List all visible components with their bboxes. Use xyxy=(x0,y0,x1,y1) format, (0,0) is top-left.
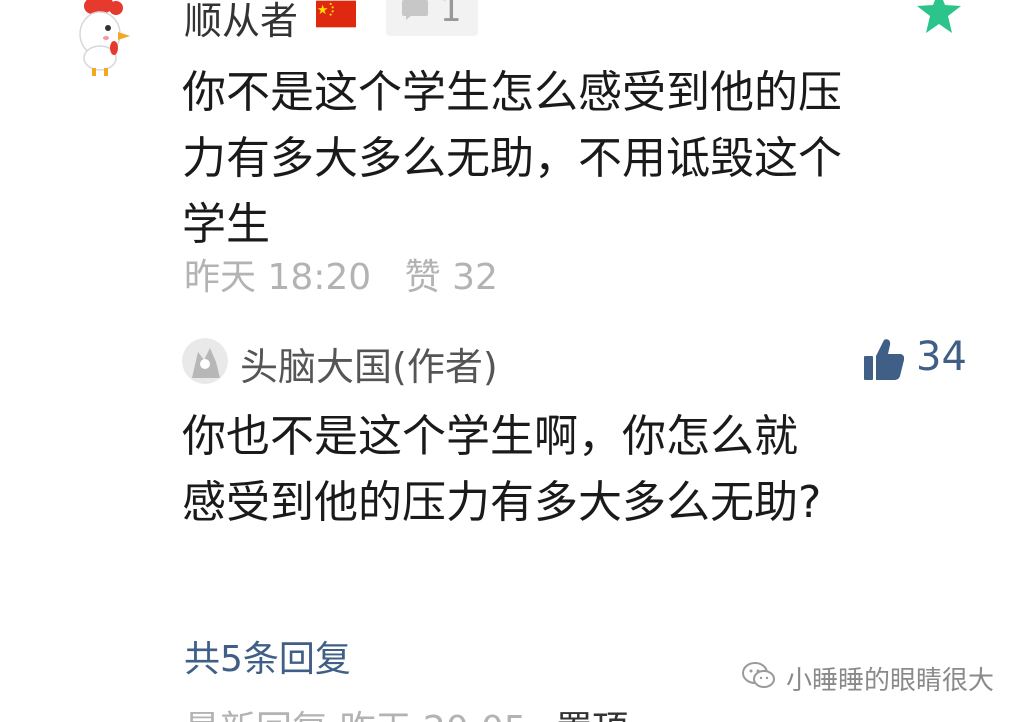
reply-count-button[interactable]: 1 xyxy=(386,0,478,36)
like-count: 34 xyxy=(916,334,967,380)
pin-button[interactable]: 置顶 xyxy=(556,709,628,722)
comment-text: 你不是这个学生怎么感受到他的压力有多大多么无助，不用诋毁这个学生 xyxy=(182,67,842,250)
thumbs-up-icon xyxy=(864,339,904,380)
reply-text: 你也不是这个学生啊，你怎么就感受到他的压力有多大多么无助? xyxy=(182,411,822,528)
watermark-text: 小睡睡的眼睛很大 xyxy=(786,666,995,696)
latest-reply-meta: 最新回复 昨天 20:05 xyxy=(184,709,527,722)
comment-likes[interactable]: 赞 32 xyxy=(405,257,498,298)
china-flag-icon xyxy=(316,0,356,28)
comment-bubble-icon xyxy=(402,0,428,20)
author-avatar[interactable] xyxy=(182,338,228,384)
star-icon[interactable] xyxy=(914,0,964,36)
reply-username[interactable]: 头脑大国(作者) xyxy=(240,336,498,391)
comment-thread: 顺从者 1 你不是这个学生怎么感受到他的压力有多大多么无助，不用诋毁这个学生 昨… xyxy=(0,0,1023,722)
more-replies-link[interactable]: 共5条回复 xyxy=(184,630,351,682)
reply-count: 1 xyxy=(440,0,462,30)
latest-reply-row: 最新回复 昨天 20:05 置顶 xyxy=(184,700,628,722)
wechat-icon xyxy=(742,662,775,688)
comment-username[interactable]: 顺从者 xyxy=(184,0,298,45)
comment-time: 昨天 18:20 xyxy=(184,257,372,298)
rooster-avatar[interactable] xyxy=(62,0,142,76)
comment-meta: 昨天 18:20 赞 32 xyxy=(184,248,520,300)
